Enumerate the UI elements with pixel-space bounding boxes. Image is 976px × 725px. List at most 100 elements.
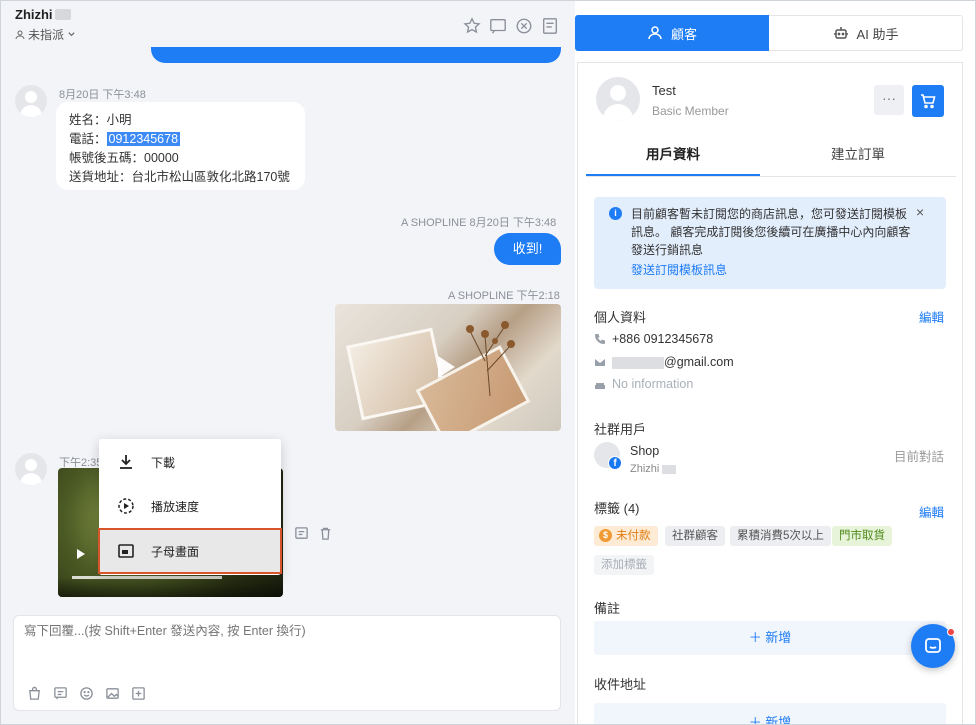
edit-personal-info-link[interactable]: 編輯	[919, 307, 944, 326]
play-icon[interactable]	[438, 356, 455, 378]
customer-profile-avatar	[596, 77, 640, 121]
customer-name: Zhizhi	[15, 7, 53, 22]
tag-unpaid[interactable]: 未付款	[594, 526, 658, 546]
flower-graphic	[466, 321, 515, 396]
add-note-button[interactable]: ＋ 新增	[594, 621, 946, 655]
reply-input[interactable]	[24, 624, 544, 638]
note-icon[interactable]	[489, 17, 507, 35]
app-window: Zhizhi 未指派 8月20日 下午3:48 姓名：小明 電話： 0912345…	[0, 0, 976, 725]
social-handle-text: Zhizhi	[630, 463, 660, 475]
header-actions	[463, 17, 559, 35]
customer-sidebar: 顧客 AI 助手 Test Basic Member ··· 用戶資料 建立訂單…	[575, 1, 975, 724]
composer-toolbar	[27, 686, 146, 701]
sidebar-tabs: 顧客 AI 助手	[575, 15, 965, 51]
add-address-button[interactable]: ＋ 新增	[594, 703, 946, 724]
archive-icon[interactable]	[515, 17, 533, 35]
social-handle: Zhizhi	[630, 463, 677, 475]
quick-reply-icon[interactable]	[53, 686, 68, 701]
phone-icon	[595, 334, 605, 344]
message-actions	[294, 526, 333, 541]
profile-tabs: 用戶資料 建立訂單	[586, 139, 956, 177]
cart-icon	[921, 94, 936, 109]
message-time: A SHOPLINE 下午2:18	[448, 290, 560, 302]
video-message[interactable]	[335, 304, 561, 431]
menu-item-playback-speed[interactable]: 播放速度	[99, 484, 281, 528]
add-tag-button[interactable]: 添加標籤	[594, 555, 654, 575]
notification-dot	[947, 628, 955, 636]
tab-create-order[interactable]: 建立訂單	[760, 139, 956, 176]
menu-item-label: 下載	[151, 455, 176, 470]
video-context-menu: 下載 播放速度 子母畫面	[98, 439, 282, 575]
play-icon[interactable]	[77, 549, 85, 559]
add-attachment-icon[interactable]	[131, 686, 146, 701]
chevron-down-icon	[68, 32, 75, 37]
memo-icon[interactable]	[294, 526, 309, 541]
menu-item-label: 子母畫面	[151, 544, 200, 559]
menu-item-label: 播放速度	[151, 499, 200, 514]
email-domain: @gmail.com	[664, 355, 734, 369]
menu-item-download[interactable]: 下載	[99, 440, 281, 484]
playback-speed-icon	[118, 498, 134, 514]
more-options-button[interactable]: ···	[874, 85, 904, 115]
birthday-value: No information	[612, 377, 694, 391]
message-time: A SHOPLINE 8月20日 下午3:48	[401, 217, 557, 229]
message-line: 送貨地址：台北市松山區敦化北路170號	[69, 170, 290, 184]
membership-level: Basic Member	[652, 104, 729, 118]
star-icon[interactable]	[463, 17, 481, 35]
edit-tags-link[interactable]: 編輯	[919, 502, 944, 521]
tab-ai-assistant[interactable]: AI 助手	[769, 15, 963, 51]
assign-dropdown[interactable]: 未指派	[15, 26, 76, 43]
message-time: 8月20日 下午3:48	[59, 89, 146, 101]
user-icon	[648, 26, 662, 40]
email-redaction	[612, 356, 664, 369]
highlighted-phone[interactable]: 0912345678	[106, 132, 181, 146]
agent-message-bubble: 收到!	[494, 233, 561, 265]
emoji-icon[interactable]	[79, 686, 94, 701]
menu-item-picture-in-picture[interactable]: 子母畫面	[98, 528, 282, 574]
chat-icon	[925, 638, 941, 653]
image-icon[interactable]	[105, 686, 120, 701]
previous-message-bubble	[151, 47, 561, 63]
tab-customer[interactable]: 顧客	[575, 15, 769, 51]
trash-icon[interactable]	[318, 526, 333, 541]
email-value: @gmail.com	[612, 355, 734, 369]
tag-store-pickup[interactable]: 門市取貨	[832, 526, 892, 546]
message-line: 電話： 0912345678	[69, 130, 292, 149]
birthday-row: No information	[594, 377, 693, 391]
subscription-notice: i 目前顧客暫未訂閱您的商店訊息，您可發送訂閱模板訊息。 顧客完成訂閱後您後續可…	[594, 197, 946, 289]
tab-label: AI 助手	[856, 26, 899, 42]
tab-label: 顧客	[670, 26, 697, 42]
message-label: 電話：	[69, 132, 107, 146]
phone-value: +886 0912345678	[612, 332, 714, 346]
facebook-icon: f	[608, 456, 622, 470]
shopping-bag-icon[interactable]	[27, 686, 42, 701]
picture-in-picture-icon	[118, 544, 134, 558]
send-subscription-link[interactable]: 發送訂閱模板訊息	[631, 261, 727, 278]
video-progress[interactable]	[72, 576, 222, 579]
tab-user-profile[interactable]: 用戶資料	[586, 139, 760, 176]
email-icon	[595, 359, 605, 366]
info-icon: i	[609, 207, 622, 220]
cart-button[interactable]	[912, 85, 944, 117]
message-line: 帳號後五碼：00000	[69, 151, 179, 165]
customer-message-bubble: 姓名：小明 電話： 0912345678 帳號後五碼：00000 送貨地址：台北市…	[56, 102, 305, 190]
notes-title: 備註	[594, 601, 621, 616]
notice-text: 目前顧客暫未訂閱您的商店訊息，您可發送訂閱模板訊息。 顧客完成訂閱後您後續可在廣…	[631, 207, 911, 257]
chat-header: Zhizhi 未指派	[1, 1, 575, 45]
tag-social-customer[interactable]: 社群顧客	[665, 526, 725, 546]
reply-composer	[13, 615, 561, 711]
customer-panel: Test Basic Member ··· 用戶資料 建立訂單 i 目前顧客暫未…	[577, 62, 963, 724]
message-line: 姓名：小明	[69, 113, 132, 127]
tag-frequent-buyer[interactable]: 累積消費5次以上	[730, 526, 831, 546]
personal-info-title: 個人資料	[594, 310, 647, 325]
customer-avatar	[15, 453, 47, 485]
user-icon	[15, 30, 25, 39]
download-icon	[120, 455, 132, 469]
customer-avatar	[15, 85, 47, 117]
memo-icon[interactable]	[541, 17, 559, 35]
video-controls-bar	[58, 577, 283, 597]
chat-pane: Zhizhi 未指派 8月20日 下午3:48 姓名：小明 電話： 0912345…	[1, 1, 575, 724]
close-icon[interactable]: ×	[916, 204, 924, 220]
handle-redaction	[662, 464, 677, 474]
phone-row: +886 0912345678	[594, 332, 713, 346]
